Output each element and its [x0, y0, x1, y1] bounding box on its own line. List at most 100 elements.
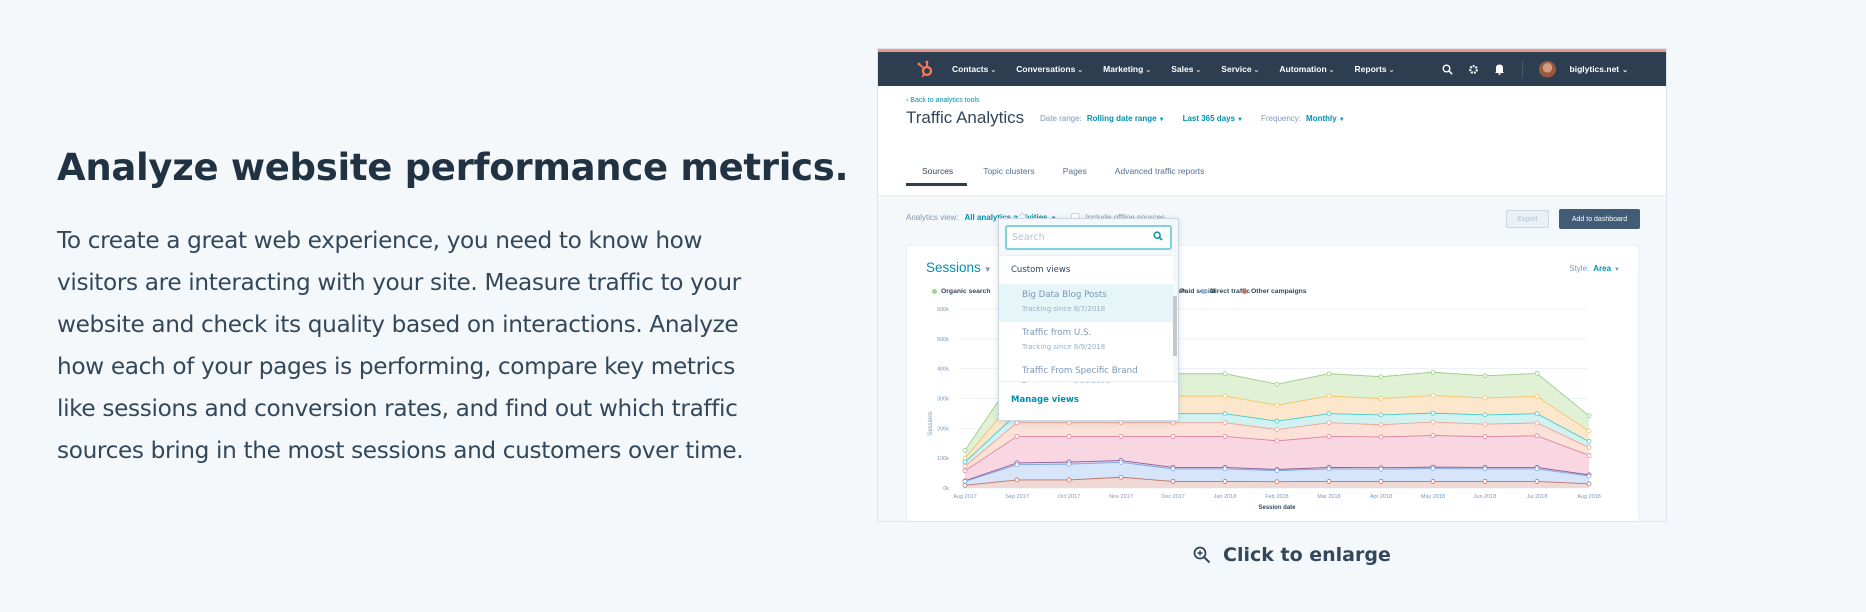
data-point-series-4: [1378, 422, 1384, 428]
y-axis-title: Sessions: [928, 411, 934, 435]
page-title: Traffic Analytics: [906, 108, 1025, 127]
click-to-enlarge-button[interactable]: Click to enlarge: [1193, 544, 1391, 566]
custom-view-tracking-date: Tracking since 8/7/2018: [1022, 305, 1106, 313]
bell-icon[interactable]: [1494, 63, 1506, 75]
data-point-organic-search: [1274, 381, 1280, 387]
nav-item-sales[interactable]: Sales ⌄: [1171, 64, 1201, 74]
chevron-down-icon: ⌄: [1622, 67, 1628, 74]
date-range-label: Date range:: [1040, 114, 1082, 123]
period-select[interactable]: Last 365 days ▼: [1183, 114, 1243, 123]
frequency-select[interactable]: Monthly ▼: [1306, 114, 1345, 123]
hero-description: To create a great web experience, you ne…: [57, 227, 744, 464]
nav-item-contacts[interactable]: Contacts ⌄: [952, 64, 996, 74]
account-menu[interactable]: biglytics.net ⌄: [1570, 64, 1628, 74]
frequency-value: Monthly: [1306, 114, 1337, 123]
custom-view-name: Traffic From Specific Brand: [1022, 366, 1138, 376]
avatar[interactable]: [1538, 60, 1556, 78]
nav-item-reports[interactable]: Reports ⌄: [1355, 64, 1395, 74]
analytics-view-label: Analytics view:: [906, 213, 959, 222]
chevron-down-icon: ⌄: [1328, 67, 1335, 74]
x-tick-label: Mar 2018: [1317, 494, 1340, 500]
x-tick-label: May 2018: [1421, 494, 1445, 500]
nav-item-label: Sales: [1171, 64, 1194, 74]
date-range-value: Rolling date range: [1086, 114, 1157, 123]
export-button[interactable]: Export: [1506, 210, 1549, 228]
custom-view-item[interactable]: Big Data Blog Posts Tracking since 8/7/20…: [999, 284, 1175, 322]
data-point-direct-traffic: [1118, 459, 1124, 465]
search-icon[interactable]: [1153, 231, 1163, 244]
x-axis-title: Session date: [1258, 505, 1296, 511]
data-point-direct-traffic: [1326, 466, 1332, 472]
manage-views-link[interactable]: Manage views: [999, 381, 1178, 420]
data-point-other-campaigns: [1482, 479, 1488, 484]
date-range-select[interactable]: Rolling date range ▼: [1087, 114, 1165, 123]
data-point-paid-search: [1482, 434, 1488, 440]
data-point-series-4: [1326, 420, 1332, 426]
data-point-direct-traffic: [1014, 462, 1020, 468]
data-point-other-campaigns: [1430, 479, 1436, 484]
account-name: biglytics.net: [1569, 64, 1620, 74]
data-point-series-6: [1586, 428, 1592, 434]
nav-utilities: biglytics.net ⌄: [1442, 52, 1628, 86]
search-placeholder: Search: [1012, 232, 1045, 243]
nav-item-marketing[interactable]: Marketing ⌄: [1103, 64, 1151, 74]
data-point-series-6: [1326, 393, 1332, 399]
page-header: ‹ Back to analytics tools Traffic Analyt…: [878, 86, 1666, 197]
data-point-paid-search: [1534, 433, 1540, 439]
data-point-paid-search: [1014, 433, 1020, 439]
data-point-paid-search: [1066, 433, 1072, 439]
tab-advanced-traffic-reports[interactable]: Advanced traffic reports: [1115, 166, 1205, 185]
product-screenshot[interactable]: Contacts ⌄ Conversations ⌄ Marketing ⌄ Sales ⌄ S…: [877, 48, 1667, 522]
data-point-series-5: [1222, 411, 1228, 417]
report-content: Analytics view: All analytics activities…: [878, 198, 1666, 521]
dropdown-search-area: Search: [999, 219, 1178, 256]
analytics-view-dropdown: Search Custom views Big Data Blog Posts T…: [998, 218, 1179, 421]
data-point-series-4: [1170, 420, 1176, 426]
date-filters: Date range: Rolling date range ▼ Last 365…: [1040, 114, 1363, 123]
x-tick-label: Nov 2017: [1109, 494, 1133, 500]
data-point-paid-search: [1586, 453, 1592, 458]
data-point-series-4: [1274, 427, 1280, 432]
zoom-in-icon: [1193, 546, 1211, 564]
enlarge-label: Click to enlarge: [1223, 544, 1391, 566]
data-point-series-6: [1222, 393, 1228, 399]
caret-down-icon: ▼: [1158, 117, 1165, 123]
tab-sources[interactable]: Sources: [906, 166, 968, 186]
nav-item-label: Contacts: [952, 64, 989, 74]
custom-view-item[interactable]: Traffic From Specific BrandTracking sinc…: [999, 360, 1175, 383]
nav-item-conversations[interactable]: Conversations ⌄: [1016, 64, 1083, 74]
data-point-direct-traffic: [1378, 466, 1384, 472]
data-point-direct-traffic: [1586, 473, 1592, 479]
data-point-series-5: [1378, 412, 1384, 418]
dropdown-search-input[interactable]: Search: [1005, 225, 1172, 250]
search-icon[interactable]: [1442, 63, 1454, 75]
data-point-series-5: [1482, 412, 1488, 418]
hubspot-logo-icon[interactable]: [916, 59, 936, 84]
data-point-other-campaigns: [1222, 479, 1228, 484]
data-point-organic-search: [1326, 371, 1332, 377]
data-point-paid-search: [1274, 438, 1280, 444]
x-tick-label: Sep 2017: [1005, 494, 1029, 500]
chevron-down-icon: ⌄: [1388, 67, 1395, 74]
custom-view-item[interactable]: Traffic from U.S. Tracking since 8/9/2018: [999, 322, 1175, 360]
nav-item-label: Conversations: [1016, 64, 1076, 74]
nav-item-service[interactable]: Service ⌄: [1221, 64, 1259, 74]
gear-icon[interactable]: [1468, 63, 1480, 75]
nav-item-automation[interactable]: Automation ⌄: [1279, 64, 1334, 74]
dropdown-scrollbar[interactable]: [1173, 256, 1178, 383]
data-point-series-4: [962, 463, 968, 469]
y-tick-label: 600k: [937, 307, 949, 313]
period-value: Last 365 days: [1182, 114, 1236, 123]
x-tick-label: Dec 2017: [1161, 494, 1185, 500]
data-point-paid-search: [962, 468, 968, 474]
add-to-dashboard-button[interactable]: Add to dashboard: [1559, 209, 1640, 229]
x-tick-label: Feb 2018: [1265, 494, 1288, 500]
tab-pages[interactable]: Pages: [1063, 166, 1087, 185]
back-link[interactable]: ‹ Back to analytics tools: [906, 97, 980, 104]
data-point-paid-search: [1326, 433, 1332, 439]
data-point-series-5: [962, 459, 968, 465]
scrollbar-thumb[interactable]: [1173, 296, 1177, 356]
nav-item-label: Service: [1221, 64, 1252, 74]
tab-topic-clusters[interactable]: Topic clusters: [983, 166, 1035, 185]
chevron-down-icon: ⌄: [1253, 67, 1260, 74]
